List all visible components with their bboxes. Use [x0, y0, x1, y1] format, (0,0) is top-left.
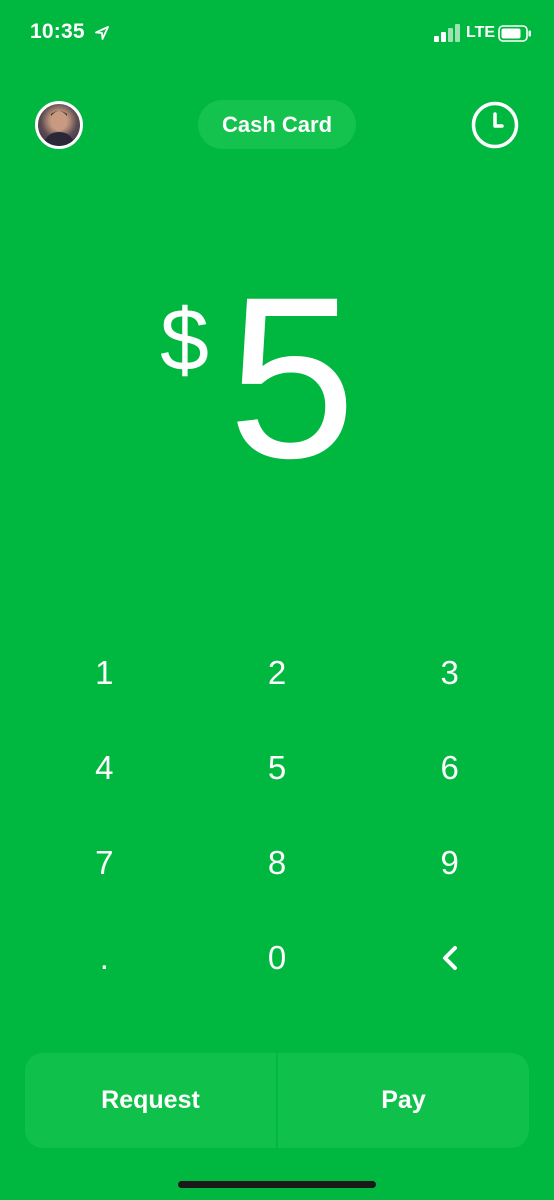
request-button[interactable]: Request — [25, 1053, 276, 1148]
request-label: Request — [101, 1086, 200, 1114]
status-bar: 10:35 LTE — [0, 0, 554, 70]
amount-display: $ 5 — [0, 263, 554, 493]
battery-icon — [498, 25, 531, 42]
amount-value: 5 — [228, 249, 356, 506]
currency-symbol: $ — [160, 290, 209, 389]
network-type: LTE — [466, 24, 496, 41]
pay-label: Pay — [381, 1086, 426, 1114]
action-bar: Request Pay — [25, 1053, 529, 1148]
cash-card-button[interactable]: Cash Card — [198, 100, 356, 149]
key-1[interactable]: 1 — [18, 625, 191, 720]
chevron-left-icon — [442, 945, 457, 970]
signal-bars-icon — [434, 24, 460, 42]
profile-avatar[interactable] — [35, 101, 83, 149]
status-time: 10:35 — [30, 20, 85, 43]
avatar-photo-icon — [43, 111, 75, 146]
keypad: 1 2 3 4 5 6 7 8 9 . 0 — [18, 625, 536, 1005]
key-4[interactable]: 4 — [18, 720, 191, 815]
key-0[interactable]: 0 — [191, 910, 364, 1005]
key-8[interactable]: 8 — [191, 815, 364, 910]
key-6[interactable]: 6 — [363, 720, 536, 815]
key-decimal[interactable]: . — [18, 910, 191, 1005]
pay-button[interactable]: Pay — [278, 1053, 529, 1148]
key-backspace[interactable] — [363, 910, 536, 1005]
key-7[interactable]: 7 — [18, 815, 191, 910]
location-arrow-icon — [95, 26, 109, 40]
key-9[interactable]: 9 — [363, 815, 536, 910]
key-3[interactable]: 3 — [363, 625, 536, 720]
home-indicator[interactable] — [178, 1181, 376, 1188]
key-5[interactable]: 5 — [191, 720, 364, 815]
cash-card-label: Cash Card — [221, 111, 333, 137]
clock-icon[interactable] — [471, 101, 519, 149]
key-2[interactable]: 2 — [191, 625, 364, 720]
